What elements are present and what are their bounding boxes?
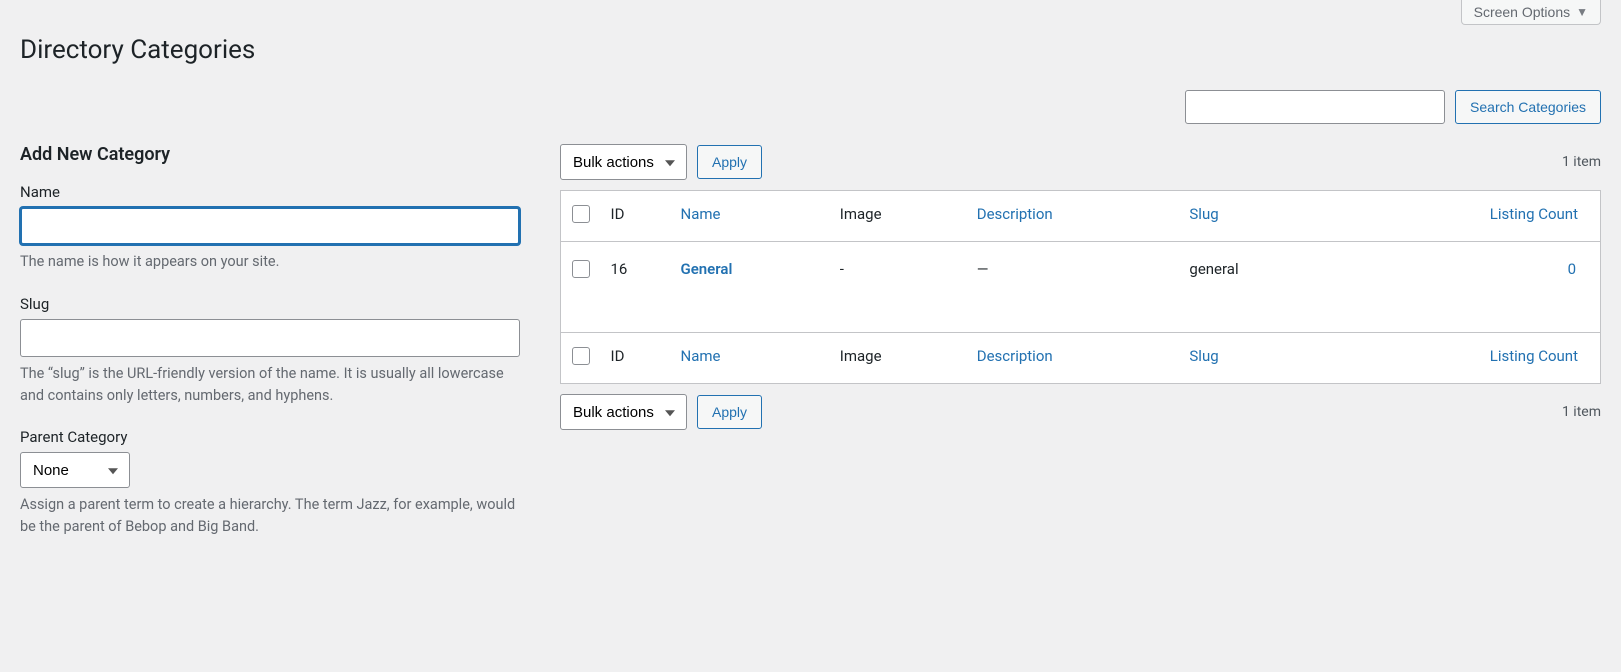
col-slug[interactable]: Slug — [1179, 191, 1332, 242]
row-image: - — [830, 242, 967, 333]
parent-select[interactable]: None — [20, 452, 130, 488]
col-listing-count[interactable]: Listing Count — [1333, 191, 1601, 242]
bulk-actions-select-top[interactable]: Bulk actions — [560, 144, 687, 180]
bulk-actions-select-bottom[interactable]: Bulk actions — [560, 394, 687, 430]
row-description: — — [967, 242, 1180, 333]
parent-label: Parent Category — [20, 428, 520, 446]
table-row: 16 General - — general 0 — [561, 242, 1601, 333]
name-desc: The name is how it appears on your site. — [20, 251, 520, 273]
col-description[interactable]: Description — [967, 191, 1180, 242]
screen-options-button[interactable]: Screen Options ▼ — [1461, 0, 1601, 25]
select-all-top[interactable] — [572, 205, 590, 223]
row-slug: general — [1179, 242, 1332, 333]
row-checkbox[interactable] — [572, 260, 590, 278]
col-image: Image — [830, 191, 967, 242]
add-new-heading: Add New Category — [20, 144, 520, 165]
search-categories-button[interactable]: Search Categories — [1455, 90, 1601, 124]
page-title: Directory Categories — [20, 35, 1601, 65]
col-image-foot: Image — [830, 333, 967, 384]
row-count-link[interactable]: 0 — [1568, 260, 1576, 278]
apply-button-top[interactable]: Apply — [697, 145, 762, 179]
row-name-link[interactable]: General — [681, 260, 733, 278]
chevron-down-icon: ▼ — [1576, 5, 1588, 19]
slug-desc: The “slug” is the URL-friendly version o… — [20, 363, 520, 407]
col-id-foot: ID — [601, 333, 671, 384]
slug-input[interactable] — [20, 319, 520, 357]
slug-label: Slug — [20, 295, 520, 313]
name-input[interactable] — [20, 207, 520, 245]
col-slug-foot[interactable]: Slug — [1179, 333, 1332, 384]
col-listing-count-foot[interactable]: Listing Count — [1333, 333, 1601, 384]
col-name-foot[interactable]: Name — [671, 333, 830, 384]
row-id: 16 — [601, 242, 671, 333]
col-description-foot[interactable]: Description — [967, 333, 1180, 384]
screen-options-label: Screen Options — [1474, 4, 1571, 20]
name-label: Name — [20, 183, 520, 201]
search-input[interactable] — [1185, 90, 1445, 124]
parent-desc: Assign a parent term to create a hierarc… — [20, 494, 520, 538]
col-id: ID — [601, 191, 671, 242]
item-count-bottom: 1 item — [1562, 404, 1601, 420]
categories-table: ID Name Image Description Slug Listing C… — [560, 190, 1601, 384]
col-name[interactable]: Name — [671, 191, 830, 242]
apply-button-bottom[interactable]: Apply — [697, 395, 762, 429]
select-all-bottom[interactable] — [572, 347, 590, 365]
item-count-top: 1 item — [1562, 154, 1601, 170]
